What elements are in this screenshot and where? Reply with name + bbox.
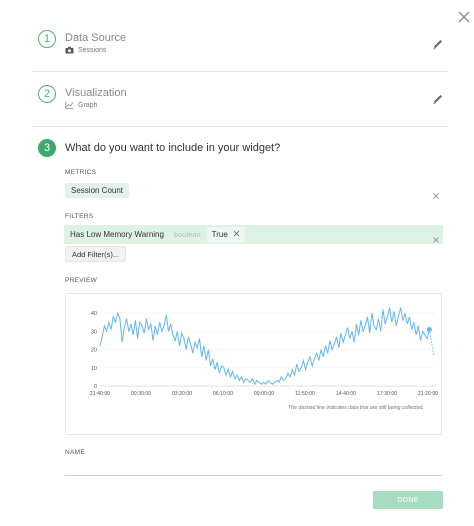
dashed-series-line (428, 329, 435, 356)
camera-icon (65, 46, 74, 54)
filter-row: Has Low Memory Warning boolean True (64, 225, 443, 244)
divider (32, 71, 448, 72)
step-2-circle: 2 (38, 85, 56, 103)
y-tick-label: 10 (91, 366, 97, 372)
name-label: NAME (65, 449, 85, 456)
x-tick-label: 09:00:00 (254, 391, 274, 397)
step-2-subtitle: Graph (65, 101, 97, 109)
step-1-title[interactable]: Data Source (65, 32, 126, 44)
remove-filter-icon[interactable] (432, 231, 440, 243)
edit-visualization-icon[interactable] (432, 92, 444, 104)
x-tick-label: 14:40:00 (336, 391, 356, 397)
edit-data-source-icon[interactable] (432, 37, 444, 49)
line-chart-icon (65, 101, 74, 109)
filter-type: boolean (173, 230, 201, 239)
step-3-title: What do you want to include in your widg… (65, 142, 281, 154)
filters-label: FILTERS (65, 213, 94, 220)
metric-chip-row: Session Count (65, 182, 130, 199)
x-tick-label: 03:20:00 (172, 391, 192, 397)
remove-metric-icon[interactable] (432, 187, 440, 199)
step-2-number: 2 (43, 88, 51, 100)
step-1-subtitle-text: Sessions (78, 46, 107, 54)
x-tick-label: 21:20:00 (418, 391, 438, 397)
close-icon[interactable] (456, 9, 472, 25)
step-2-subtitle-text: Graph (78, 101, 98, 109)
filter-value: True (211, 230, 228, 239)
y-tick-label: 20 (91, 348, 97, 354)
x-tick-label: 00:30:00 (131, 391, 151, 397)
x-tick-label: 06:10:00 (213, 391, 233, 397)
series-line (99, 307, 430, 386)
preview-label: PREVIEW (65, 277, 98, 284)
divider (32, 126, 448, 127)
y-tick-label: 0 (94, 384, 97, 390)
last-point-marker (426, 327, 432, 333)
filter-field[interactable]: Has Low Memory Warning (70, 230, 164, 239)
x-tick-label: 21:40:00 (90, 391, 110, 397)
preview-chart: 0 10 20 30 40 21:40:00 00:30:00 03:20:00 06:10:0… (90, 307, 438, 397)
y-tick-label: 30 (91, 329, 97, 335)
done-button[interactable]: DONE (373, 491, 443, 509)
step-3-circle: 3 (38, 139, 56, 157)
add-filter-button[interactable]: Add Filter(s)... (65, 246, 127, 262)
preview-chart-box: 0 10 20 30 40 21:40:00 00:30:00 03:20:00 06:10:0… (65, 293, 442, 435)
step-3-number: 3 (43, 142, 51, 154)
x-tick-label: 17:30:00 (377, 391, 397, 397)
name-input[interactable] (65, 460, 442, 476)
step-2-title[interactable]: Visualization (65, 87, 127, 99)
metric-chip[interactable]: Session Count (65, 183, 130, 198)
chart-note: The dashed line indicates data that are … (288, 405, 424, 411)
step-1-subtitle: Sessions (65, 46, 106, 54)
metrics-label: METRICS (65, 169, 97, 176)
filter-value-chip[interactable]: True (206, 227, 245, 242)
step-1-circle: 1 (38, 30, 56, 48)
remove-filter-value-icon[interactable] (233, 230, 240, 239)
x-tick-label: 11:50:00 (295, 391, 315, 397)
y-tick-label: 40 (91, 311, 97, 317)
step-1-number: 1 (43, 33, 51, 45)
